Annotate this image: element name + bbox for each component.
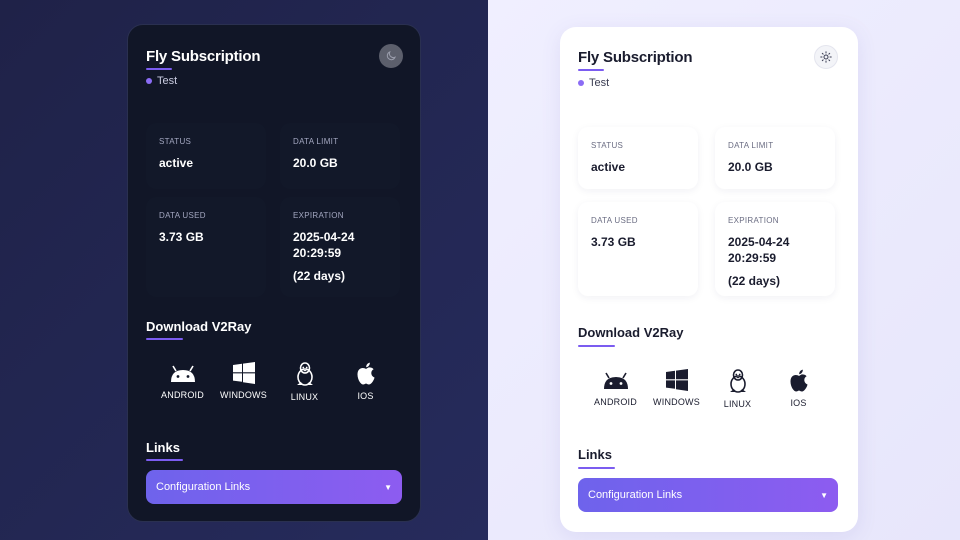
stat-data-limit: DATA LIMIT 20.0 GB: [280, 123, 400, 189]
links-heading: Links: [146, 440, 180, 455]
download-android[interactable]: ANDROID: [152, 362, 213, 402]
stat-value: 20.0 GB: [293, 156, 338, 170]
android-icon: [603, 372, 628, 389]
theme-toggle-button[interactable]: [814, 45, 838, 69]
download-ios[interactable]: IOS: [768, 369, 829, 409]
subscription-card-dark: Fly Subscription Test STATUS active DATA…: [127, 24, 421, 522]
windows-icon: [665, 369, 688, 391]
stat-value-date: 2025-04-24: [728, 235, 790, 249]
stat-value: active: [591, 160, 626, 174]
page-title: Fly Subscription: [146, 48, 261, 65]
stat-data-used: DATA USED 3.73 GB: [578, 202, 698, 296]
environment-badge: Test: [146, 75, 177, 87]
download-options: ANDROID WINDOWS LINUX IOS: [585, 369, 829, 409]
dropdown-label: Configuration Links: [588, 489, 683, 501]
stat-remaining: (22 days): [293, 269, 346, 283]
download-windows[interactable]: WINDOWS: [646, 369, 707, 409]
links-underline: [578, 467, 615, 469]
environment-badge: Test: [578, 77, 609, 89]
stat-status: STATUS active: [578, 127, 698, 189]
moon-icon: [386, 51, 396, 61]
stat-label: DATA LIMIT: [728, 141, 774, 150]
stat-data-used: DATA USED 3.73 GB: [146, 197, 266, 297]
chevron-down-icon: ▼: [820, 490, 828, 500]
configuration-links-dropdown[interactable]: Configuration Links ▼: [146, 470, 402, 504]
page-title: Fly Subscription: [578, 49, 693, 66]
stat-label: EXPIRATION: [293, 211, 344, 220]
stat-value-time: 20:29:59: [728, 251, 777, 265]
stat-data-limit: DATA LIMIT 20.0 GB: [715, 127, 835, 189]
stat-expiration: EXPIRATION 2025-04-24 20:29:59 (22 days): [280, 197, 400, 297]
stat-label: DATA USED: [591, 216, 638, 225]
stat-remaining: (22 days): [728, 274, 781, 288]
download-ios[interactable]: IOS: [335, 362, 396, 402]
download-android[interactable]: ANDROID: [585, 369, 646, 409]
platform-label: IOS: [357, 391, 374, 401]
stat-value-date: 2025-04-24: [293, 230, 355, 244]
stat-label: STATUS: [591, 141, 624, 150]
links-heading: Links: [578, 447, 612, 462]
title-underline: [146, 68, 172, 70]
download-heading: Download V2Ray: [146, 319, 252, 334]
status-dot: [146, 78, 152, 84]
stat-status: STATUS active: [146, 123, 266, 189]
stat-value-time: 20:29:59: [293, 246, 342, 260]
download-heading: Download V2Ray: [578, 325, 684, 340]
download-underline: [578, 345, 615, 347]
windows-icon: [232, 362, 255, 384]
subscription-card-light: Fly Subscription Test STATUS active DATA…: [560, 27, 858, 532]
stat-label: STATUS: [159, 137, 192, 146]
platform-label: LINUX: [723, 399, 752, 409]
sun-icon: [820, 51, 832, 63]
stat-expiration: EXPIRATION 2025-04-24 20:29:59 (22 days): [715, 202, 835, 296]
android-icon: [170, 365, 195, 382]
stat-value: 3.73 GB: [591, 235, 636, 249]
download-linux[interactable]: LINUX: [274, 362, 335, 402]
environment-label: Test: [589, 77, 610, 89]
download-underline: [146, 338, 183, 340]
linux-icon: [729, 369, 746, 393]
stat-value: 20.0 GB: [728, 160, 773, 174]
apple-icon: [790, 369, 807, 392]
chevron-down-icon: ▼: [384, 482, 392, 492]
title-underline: [578, 69, 604, 71]
platform-label: LINUX: [290, 392, 319, 402]
environment-label: Test: [157, 75, 178, 87]
download-options: ANDROID WINDOWS LINUX IOS: [152, 362, 396, 402]
download-linux[interactable]: LINUX: [707, 369, 768, 409]
stat-label: DATA USED: [159, 211, 206, 220]
dropdown-label: Configuration Links: [156, 481, 251, 493]
stat-label: EXPIRATION: [728, 216, 779, 225]
platform-label: WINDOWS: [653, 397, 700, 407]
stat-label: DATA LIMIT: [293, 137, 339, 146]
status-dot: [578, 80, 584, 86]
links-underline: [146, 459, 183, 461]
linux-icon: [296, 362, 313, 386]
stat-value: active: [159, 156, 194, 170]
platform-label: WINDOWS: [220, 390, 267, 400]
stat-value: 3.73 GB: [159, 230, 204, 244]
platform-label: ANDROID: [594, 397, 637, 407]
theme-toggle-button[interactable]: [379, 44, 403, 68]
platform-label: ANDROID: [161, 390, 204, 400]
configuration-links-dropdown[interactable]: Configuration Links ▼: [578, 478, 838, 512]
apple-icon: [357, 362, 374, 385]
download-windows[interactable]: WINDOWS: [213, 362, 274, 402]
platform-label: IOS: [790, 398, 807, 408]
